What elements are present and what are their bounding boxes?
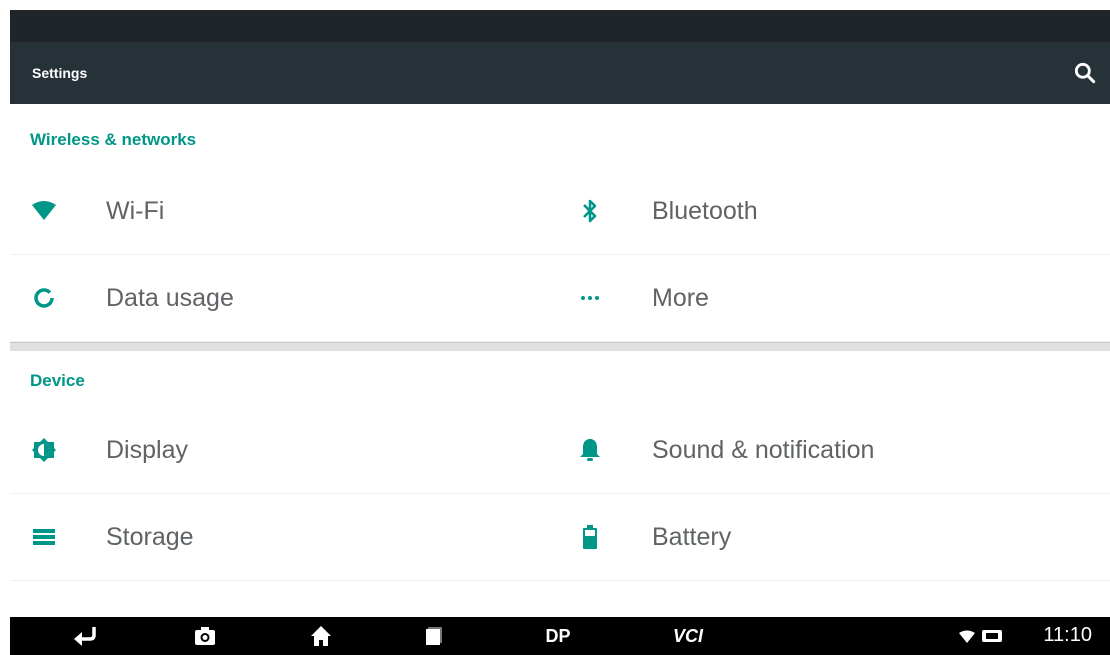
vci-status-icon [982, 630, 1002, 642]
more-icon [576, 284, 604, 312]
section-wireless: Wireless & networks Wi-Fi Bluetooth Data… [10, 104, 1110, 342]
back-button[interactable] [70, 624, 100, 648]
setting-battery[interactable]: Battery [560, 494, 1110, 581]
dp-label: DP [545, 625, 571, 646]
setting-label: Battery [652, 522, 732, 551]
section-divider [10, 342, 1110, 351]
settings-list: Wireless & networks Wi-Fi Bluetooth Data… [10, 104, 1110, 617]
section-device: Device Display Sound & notification Stor… [10, 351, 1110, 581]
storage-icon [30, 523, 58, 551]
vci-button[interactable]: VCI [668, 624, 708, 648]
navigation-bar: DP VCI 11:10 [10, 617, 1110, 655]
back-icon [74, 627, 96, 646]
app-bar: Settings [10, 42, 1110, 104]
vci-label: VCI [672, 625, 703, 646]
setting-more[interactable]: More [560, 255, 1110, 342]
setting-sound[interactable]: Sound & notification [560, 407, 1110, 494]
setting-label: Display [106, 435, 188, 464]
home-icon [311, 626, 331, 646]
search-icon [1074, 62, 1096, 84]
camera-icon [195, 627, 215, 645]
status-bar [10, 10, 1110, 42]
screenshot-button[interactable] [192, 624, 218, 648]
setting-label: Bluetooth [652, 196, 758, 225]
top-strip [0, 0, 1110, 10]
battery-icon [576, 523, 604, 551]
recent-apps-icon [426, 627, 442, 645]
section-title-device: Device [30, 371, 85, 390]
wifi-status-icon [959, 630, 975, 643]
recent-apps-button[interactable] [422, 624, 446, 648]
setting-wifi[interactable]: Wi-Fi [10, 168, 560, 255]
data-usage-icon [30, 284, 58, 312]
clock: 11:10 [1043, 624, 1092, 646]
home-button[interactable] [308, 624, 334, 648]
dp-button[interactable]: DP [538, 624, 578, 648]
setting-label: Sound & notification [652, 435, 875, 464]
wifi-icon [30, 197, 58, 225]
setting-label: Wi-Fi [106, 196, 165, 225]
bluetooth-icon [576, 197, 604, 225]
setting-storage[interactable]: Storage [10, 494, 560, 581]
bell-icon [576, 436, 604, 464]
brightness-icon [30, 436, 58, 464]
setting-data-usage[interactable]: Data usage [10, 255, 560, 342]
page-title: Settings [32, 65, 88, 81]
section-title-wireless: Wireless & networks [30, 130, 197, 149]
setting-label: Data usage [106, 283, 234, 312]
wifi-status [958, 624, 976, 648]
vci-status [980, 624, 1004, 648]
setting-label: Storage [106, 522, 194, 551]
setting-bluetooth[interactable]: Bluetooth [560, 168, 1110, 255]
search-button[interactable] [1072, 60, 1098, 86]
setting-display[interactable]: Display [10, 407, 560, 494]
setting-label: More [652, 283, 709, 312]
